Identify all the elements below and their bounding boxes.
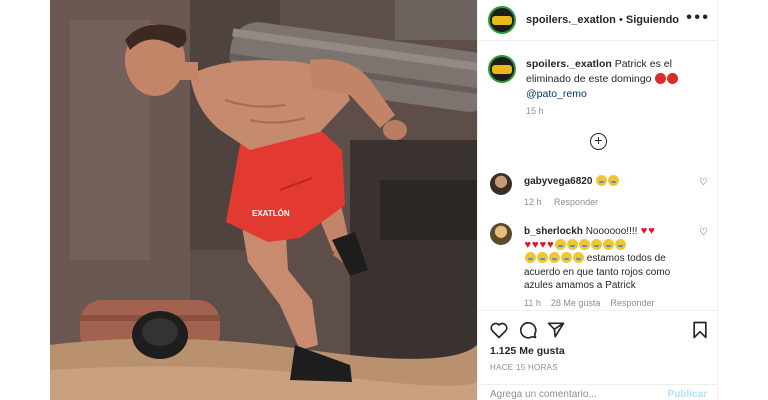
comment-time[interactable]: 11 h bbox=[524, 298, 541, 308]
red-heart-emoji-icon: ♥ bbox=[648, 225, 655, 237]
caption-mention-link[interactable]: @pato_remo bbox=[526, 88, 587, 100]
reply-button[interactable]: Responder bbox=[554, 197, 598, 207]
post-header: spoilers._exatlon • Siguiendo • • • bbox=[478, 0, 719, 41]
caption-time[interactable]: 15 h bbox=[526, 106, 544, 116]
red-heart-emoji-icon: ♥ bbox=[640, 225, 648, 237]
more-options-icon[interactable]: • • • bbox=[686, 9, 708, 27]
crying-emoji-icon bbox=[560, 252, 572, 263]
crying-emoji-icon bbox=[524, 252, 536, 263]
red-circle-emoji-icon bbox=[655, 73, 667, 84]
add-comment-bar: Agrega un comentario... Publicar bbox=[478, 384, 719, 400]
header-username[interactable]: spoilers._exatlon bbox=[526, 14, 616, 26]
post-panel: spoilers._exatlon • Siguiendo • • • spoi… bbox=[477, 0, 719, 400]
likes-count[interactable]: 1.125 Me gusta bbox=[490, 345, 565, 357]
like-comment-heart-icon[interactable]: ♡ bbox=[699, 177, 708, 188]
caption-avatar[interactable] bbox=[488, 55, 516, 83]
comment-avatar[interactable] bbox=[490, 173, 512, 195]
right-margin bbox=[718, 0, 768, 400]
athlete-photo-illustration: EXATLÓN bbox=[50, 0, 477, 400]
crying-emoji-icon bbox=[554, 238, 566, 250]
comment-bubble-icon[interactable] bbox=[518, 320, 538, 340]
save-bookmark-icon[interactable] bbox=[690, 320, 710, 340]
like-comment-heart-icon[interactable]: ♡ bbox=[699, 227, 708, 238]
account-avatar[interactable] bbox=[488, 6, 516, 34]
comment-text: b_sherlockh Noooooo!!!! ♥♥ ♥♥♥♥ estamos … bbox=[524, 225, 694, 293]
red-circle-emoji-icon bbox=[667, 73, 679, 84]
comment-body: Noooooo!!!! bbox=[585, 226, 638, 237]
crying-emoji-icon bbox=[536, 252, 548, 263]
caption-text: spoilers._exatlon Patrick es el eliminad… bbox=[526, 57, 716, 102]
header-separator: • bbox=[618, 14, 623, 26]
comment-avatar[interactable] bbox=[490, 223, 512, 245]
crying-emoji-icon bbox=[590, 238, 602, 250]
instagram-post-page: EXATLÓN spoilers._exatlon • Siguiendo • … bbox=[0, 0, 768, 400]
comment-username[interactable]: b_sherlockh bbox=[524, 226, 583, 237]
caption-username[interactable]: spoilers._exatlon bbox=[526, 58, 612, 70]
post-actions: 1.125 Me gusta HACE 15 HORAS Agrega un c… bbox=[478, 310, 719, 400]
comment-text: gabyvega6820 bbox=[524, 175, 694, 189]
red-heart-emoji-icon: ♥ bbox=[539, 238, 547, 251]
comment-input[interactable]: Agrega un comentario... bbox=[490, 389, 597, 400]
red-heart-emoji-icon: ♥ bbox=[532, 238, 539, 251]
load-more-comments-icon[interactable]: + bbox=[590, 133, 607, 150]
crying-emoji-icon bbox=[572, 252, 584, 263]
comment-meta: 11 h 28 Me gusta Responder bbox=[524, 298, 654, 308]
share-paper-plane-icon[interactable] bbox=[546, 320, 566, 340]
crying-emoji-icon bbox=[548, 252, 560, 263]
post-age[interactable]: HACE 15 HORAS bbox=[490, 363, 558, 372]
comment-username[interactable]: gabyvega6820 bbox=[524, 176, 592, 187]
crying-emoji-icon bbox=[607, 175, 619, 186]
comment-likes[interactable]: 28 Me gusta bbox=[551, 298, 601, 308]
crying-emoji-icon bbox=[614, 238, 626, 250]
publish-button[interactable]: Publicar bbox=[668, 389, 707, 400]
comment-time[interactable]: 12 h bbox=[524, 197, 542, 207]
red-heart-emoji-icon: ♥ bbox=[524, 238, 532, 251]
reply-button[interactable]: Responder bbox=[610, 298, 654, 308]
comment-meta: 12 h Responder bbox=[524, 197, 598, 207]
crying-emoji-icon bbox=[595, 175, 607, 186]
crying-emoji-icon bbox=[566, 238, 578, 250]
crying-emoji-icon bbox=[602, 238, 614, 250]
crying-emoji-icon bbox=[578, 238, 590, 250]
like-heart-icon[interactable] bbox=[489, 320, 509, 340]
red-heart-emoji-icon: ♥ bbox=[547, 238, 554, 251]
shorts-logo-text: EXATLÓN bbox=[252, 209, 290, 218]
post-photo[interactable]: EXATLÓN bbox=[50, 0, 477, 400]
follow-status-button[interactable]: Siguiendo bbox=[626, 14, 679, 26]
header-text: spoilers._exatlon • Siguiendo bbox=[526, 14, 679, 26]
